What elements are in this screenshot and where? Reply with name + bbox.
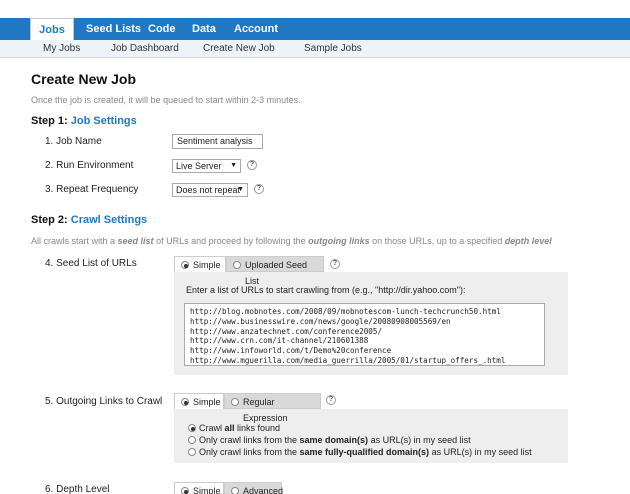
sub-nav: My Jobs Job Dashboard Create New Job Sam… — [0, 40, 630, 58]
help-icon[interactable]: ? — [254, 184, 264, 194]
step2-title: Crawl Settings — [70, 214, 148, 226]
tab-data[interactable]: Data — [192, 18, 216, 40]
radio-icon — [181, 261, 189, 269]
seed-url-line: http://www.anzatechnet.com/conference200… — [190, 326, 383, 336]
outgoing-links-label: 5. Outgoing Links to Crawl — [45, 396, 163, 407]
top-nav: Jobs Seed Lists Code Data Account — [0, 18, 630, 40]
step2-heading: Step 2: Crawl Settings — [31, 214, 147, 226]
radio-icon — [188, 448, 196, 456]
radio-icon — [231, 487, 239, 494]
page-intro: Once the job is created, it will be queu… — [31, 95, 301, 105]
help-icon[interactable]: ? — [247, 160, 257, 170]
step1-title: Job Settings — [70, 115, 137, 127]
tab-seed-lists[interactable]: Seed Lists — [86, 18, 141, 40]
radio-icon — [233, 261, 241, 269]
chevron-down-icon: ▼ — [237, 186, 244, 193]
seed-url-line: http://www.businesswire.com/news/google/… — [190, 316, 451, 326]
subnav-sample-jobs[interactable]: Sample Jobs — [304, 43, 362, 54]
seed-url-line: http://www.crn.com/it-channel/210601388 — [190, 336, 369, 346]
subnav-job-dashboard[interactable]: Job Dashboard — [111, 43, 179, 54]
links-choice-same-domain[interactable]: Only crawl links from the same domain(s)… — [188, 435, 471, 445]
seed-url-line: http://blog.mobnotes.com/2008/09/mobnote… — [190, 307, 501, 316]
seed-url-line: http://www.infoworld.com/t/Demo%20confer… — [190, 346, 392, 356]
page-title: Create New Job — [31, 71, 137, 87]
step1-prefix: Step 1: — [31, 115, 68, 127]
depth-level-label: 6. Depth Level — [45, 484, 110, 494]
seed-tab-simple[interactable]: Simple — [174, 256, 226, 272]
subnav-my-jobs[interactable]: My Jobs — [43, 43, 80, 54]
links-choice-all[interactable]: Crawl all links found — [188, 423, 280, 433]
tab-code[interactable]: Code — [148, 18, 176, 40]
run-env-select[interactable]: Live Server ▼ — [172, 159, 241, 173]
step2-prefix: Step 2: — [31, 214, 68, 226]
run-env-value: Live Server — [176, 161, 222, 171]
links-tab-simple[interactable]: Simple — [174, 393, 224, 409]
subnav-create-new-job[interactable]: Create New Job — [203, 43, 275, 54]
chevron-down-icon: ▼ — [230, 162, 237, 169]
repeat-select[interactable]: Does not repeat ▼ — [172, 183, 248, 197]
help-icon[interactable]: ? — [330, 259, 340, 269]
tab-jobs[interactable]: Jobs — [30, 18, 74, 40]
links-choice-fqdn[interactable]: Only crawl links from the same fully-qua… — [188, 447, 532, 457]
seed-list-label: 4. Seed List of URLs — [45, 258, 137, 269]
job-name-label: 1. Job Name — [45, 136, 102, 147]
help-icon[interactable]: ? — [326, 395, 336, 405]
radio-icon — [231, 398, 239, 406]
radio-icon — [188, 424, 196, 432]
seed-tab-uploaded[interactable]: Uploaded Seed List — [226, 256, 324, 286]
seed-url-line: http://www.mguerilla.com/media_guerrilla… — [190, 355, 506, 365]
repeat-value: Does not repeat — [176, 185, 241, 195]
step1-heading: Step 1: Job Settings — [31, 115, 137, 127]
job-name-input[interactable]: Sentiment analysis — [172, 134, 263, 149]
links-tab-regex[interactable]: Regular Expression — [224, 393, 321, 423]
seed-urls-textarea[interactable]: http://blog.mobnotes.com/2008/09/mobnote… — [184, 303, 545, 366]
repeat-label: 3. Repeat Frequency — [45, 184, 139, 195]
step2-description: All crawls start with a seed list of URL… — [31, 236, 552, 246]
radio-icon — [181, 487, 189, 494]
tab-account[interactable]: Account — [234, 18, 278, 40]
run-env-label: 2. Run Environment — [45, 160, 134, 171]
depth-tab-advanced[interactable]: Advanced — [224, 482, 283, 494]
seed-instruction: Enter a list of URLs to start crawling f… — [186, 285, 466, 295]
depth-tab-simple[interactable]: Simple — [174, 482, 224, 494]
radio-icon — [188, 436, 196, 444]
radio-icon — [181, 398, 189, 406]
